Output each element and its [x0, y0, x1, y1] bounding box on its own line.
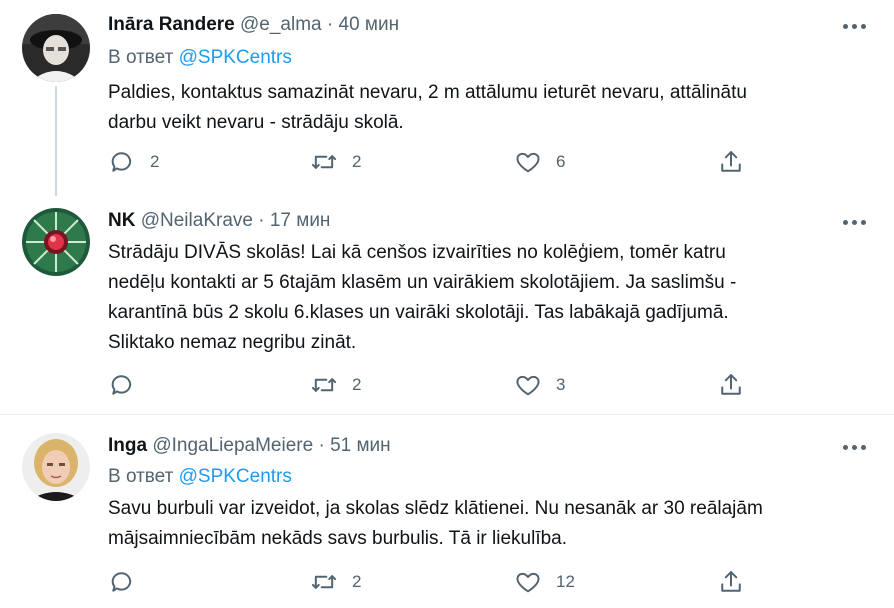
retweet-icon [311, 575, 337, 589]
share-icon [721, 151, 741, 172]
tweet[interactable]: NK @NeilaKrave · 17 мин Strādāju DIVĀS s… [0, 200, 894, 415]
reply-icon [111, 572, 132, 592]
thread-line [55, 86, 57, 196]
timestamp[interactable]: 40 мин [339, 14, 400, 35]
like-icon [516, 152, 540, 173]
share-icon [721, 571, 741, 592]
like-button[interactable]: 3 [514, 371, 565, 399]
retweet-count: 2 [352, 152, 362, 171]
tweet-text: Strādāju DIVĀS skolās! Lai kā cenšos izv… [108, 242, 737, 353]
share-button[interactable] [717, 371, 745, 399]
author-name[interactable]: Inga [108, 435, 147, 456]
retweet-icon [311, 155, 337, 169]
reply-count: 2 [150, 152, 160, 171]
tweet-header: Ināra Randere @e_alma · 40 мин [108, 12, 399, 38]
timestamp[interactable]: 17 мин [270, 210, 331, 231]
tweet[interactable]: Inga @IngaLiepaMeiere · 51 мин В ответ @… [0, 415, 894, 608]
avatar[interactable] [22, 208, 90, 276]
reply-mention-link[interactable]: @SPKCentrs [179, 466, 292, 487]
like-count: 3 [556, 375, 566, 394]
retweet-count: 2 [352, 572, 362, 591]
like-icon [516, 375, 540, 396]
reply-prefix: В ответ [108, 466, 174, 487]
share-icon [721, 374, 741, 395]
retweet-count: 2 [352, 375, 362, 394]
reply-prefix: В ответ [108, 47, 174, 68]
reply-button[interactable] [108, 371, 150, 399]
reply-context: В ответ @SPKCentrs [108, 464, 292, 490]
author-handle[interactable]: @NeilaKrave [141, 210, 253, 231]
tweet-header: NK @NeilaKrave · 17 мин [108, 208, 330, 234]
reply-mention-link[interactable]: @SPKCentrs [179, 47, 292, 68]
like-button[interactable]: 12 [514, 568, 575, 596]
more-icon[interactable] [843, 217, 871, 227]
author-name[interactable]: NK [108, 210, 135, 231]
like-count: 12 [556, 572, 575, 591]
separator: · [326, 14, 334, 35]
more-icon[interactable] [843, 442, 871, 452]
like-count: 6 [556, 152, 566, 171]
separator: · [258, 210, 265, 231]
separator: · [318, 435, 325, 456]
timestamp[interactable]: 51 мин [330, 435, 391, 456]
tweet-header: Inga @IngaLiepaMeiere · 51 мин [108, 433, 391, 459]
tweet-text: Savu burbuli var izveidot, ja skolas slē… [108, 498, 763, 549]
reply-button[interactable]: 2 [108, 148, 159, 176]
more-icon[interactable] [843, 21, 871, 31]
author-handle[interactable]: @e_alma [240, 14, 322, 35]
like-icon [516, 572, 540, 593]
tweet[interactable]: Ināra Randere @e_alma · 40 мин В ответ @… [0, 0, 894, 200]
retweet-button[interactable]: 2 [310, 371, 361, 399]
share-button[interactable] [717, 148, 745, 176]
retweet-button[interactable]: 2 [310, 148, 361, 176]
retweet-button[interactable]: 2 [310, 568, 361, 596]
reply-icon [111, 152, 132, 172]
share-button[interactable] [717, 568, 745, 596]
tweet-text: Paldies, kontaktus samazināt nevaru, 2 m… [108, 82, 747, 133]
retweet-icon [311, 378, 337, 392]
reply-button[interactable] [108, 568, 150, 596]
avatar[interactable] [22, 14, 90, 82]
reply-icon [111, 375, 132, 395]
avatar[interactable] [22, 433, 90, 501]
author-name[interactable]: Ināra Randere [108, 14, 235, 35]
author-handle[interactable]: @IngaLiepaMeiere [152, 435, 313, 456]
reply-context: В ответ @SPKCentrs [108, 45, 292, 71]
like-button[interactable]: 6 [514, 148, 565, 176]
